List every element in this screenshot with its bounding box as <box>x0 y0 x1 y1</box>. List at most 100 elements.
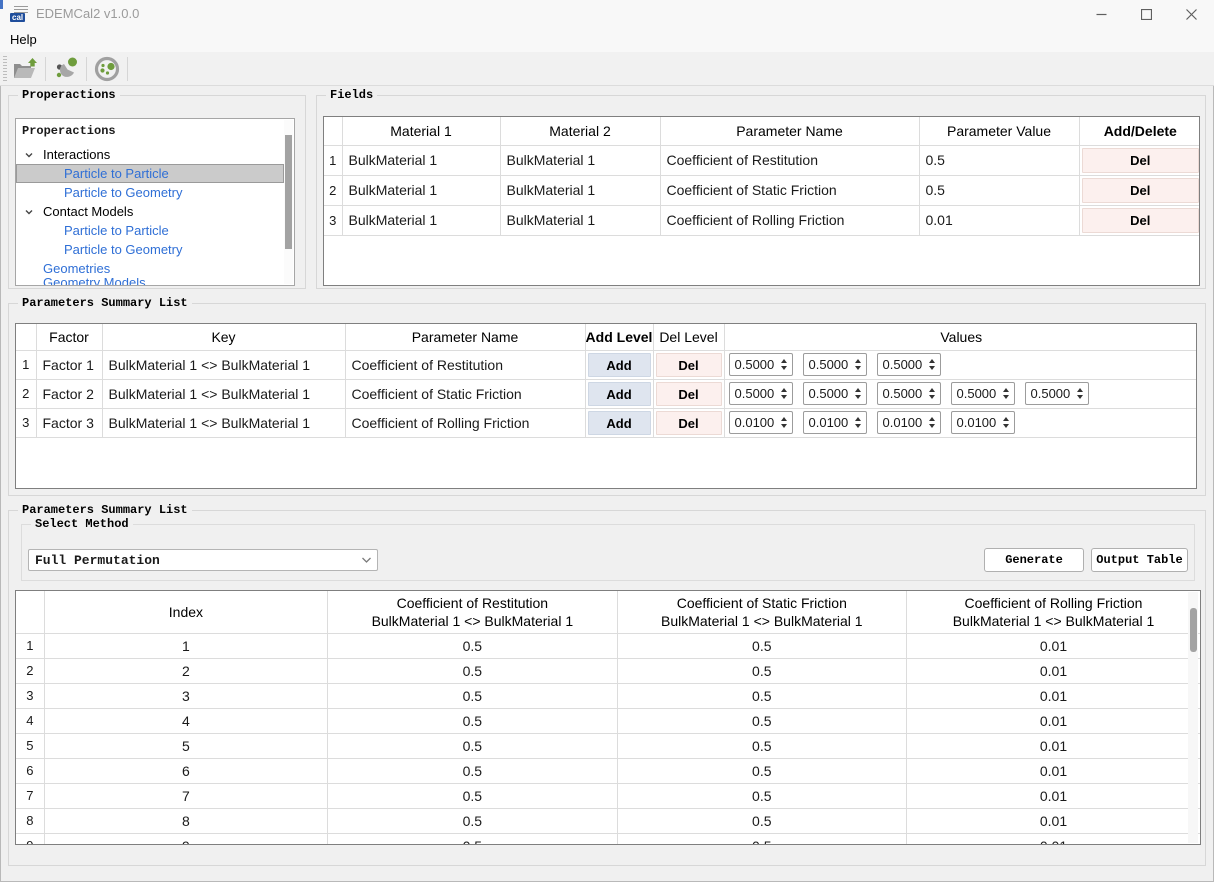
summary-row: 1 Factor 1 BulkMaterial 1 <> BulkMateria… <box>16 350 1197 379</box>
material2-cell: BulkMaterial 1 <box>500 145 660 175</box>
value-spinbox[interactable]: 0.5000 <box>729 382 793 405</box>
tree-item-contact-models[interactable]: Contact Models <box>16 202 284 221</box>
summary-row: 2 Factor 2 BulkMaterial 1 <> BulkMateria… <box>16 379 1197 408</box>
rolling-friction-cell: 0.01 <box>907 783 1201 808</box>
spinbox-arrows-icon[interactable] <box>925 354 940 375</box>
del-level-button[interactable]: Del <box>656 353 722 377</box>
spinbox-arrows-icon[interactable] <box>851 383 866 404</box>
del-level-button[interactable]: Del <box>656 382 722 406</box>
parameter-name-cell: Coefficient of Static Friction <box>660 175 919 205</box>
generator-group: Parameters Summary List Select Method Fu… <box>8 510 1206 866</box>
rolling-friction-cell: 0.01 <box>907 633 1201 658</box>
static-friction-cell: 0.5 <box>617 808 906 833</box>
particle-tool-button[interactable] <box>50 55 82 83</box>
restitution-cell: 0.5 <box>328 683 617 708</box>
output-table-button[interactable]: Output Table <box>1091 548 1188 572</box>
toolbar-drag-handle[interactable] <box>3 56 7 82</box>
fields-row: 1 BulkMaterial 1 BulkMaterial 1 Coeffici… <box>324 145 1200 175</box>
method-combobox-value: Full Permutation <box>29 553 355 568</box>
tree-item-geometries[interactable]: Geometries <box>16 259 284 278</box>
value-spinbox[interactable]: 0.5000 <box>877 353 941 376</box>
spinbox-arrows-icon[interactable] <box>851 412 866 433</box>
tree-item-geometry-models[interactable]: Geometry Models <box>16 278 284 286</box>
col-header-restitution: Coefficient of RestitutionBulkMaterial 1… <box>328 591 617 633</box>
value-spinbox[interactable]: 0.5000 <box>803 353 867 376</box>
spinbox-arrows-icon[interactable] <box>1073 383 1088 404</box>
value-spinbox[interactable]: 0.5000 <box>803 382 867 405</box>
generated-header-row: Index Coefficient of RestitutionBulkMate… <box>16 591 1200 633</box>
window-controls <box>1079 0 1214 28</box>
tree-scrollbar[interactable] <box>284 120 293 284</box>
index-cell: 9 <box>44 833 327 845</box>
rolling-friction-cell: 0.01 <box>907 658 1201 683</box>
spinbox-arrows-icon[interactable] <box>777 383 792 404</box>
spinbox-arrows-icon[interactable] <box>925 412 940 433</box>
chevron-down-icon <box>355 556 377 564</box>
value-spinbox[interactable]: 0.5000 <box>1025 382 1089 405</box>
value-spinbox[interactable]: 0.0100 <box>951 411 1015 434</box>
generated-row: 3 3 0.5 0.5 0.01 <box>16 683 1200 708</box>
menu-help[interactable]: Help <box>2 28 45 52</box>
value-spinbox[interactable]: 0.5000 <box>877 382 941 405</box>
generated-table-scrollbar[interactable] <box>1188 592 1198 843</box>
static-friction-cell: 0.5 <box>617 633 906 658</box>
tree-item-particle-to-geometry-cm[interactable]: Particle to Geometry <box>16 240 284 259</box>
spinbox-arrows-icon[interactable] <box>851 354 866 375</box>
tree-item-particle-to-geometry[interactable]: Particle to Geometry <box>16 183 284 202</box>
generate-button[interactable]: Generate <box>984 548 1084 572</box>
spinbox-arrows-icon[interactable] <box>777 412 792 433</box>
value-spinbox[interactable]: 0.0100 <box>803 411 867 434</box>
static-friction-cell: 0.5 <box>617 658 906 683</box>
static-friction-cell: 0.5 <box>617 758 906 783</box>
factor-cell: Factor 3 <box>36 408 102 437</box>
parameter-name-cell: Coefficient of Rolling Friction <box>345 408 585 437</box>
generator-group-title: Parameters Summary List <box>18 503 192 517</box>
del-row-button[interactable]: Del <box>1082 178 1200 203</box>
window-title: EDEMCal2 v1.0.0 <box>36 0 139 28</box>
chevron-down-icon[interactable] <box>24 150 35 160</box>
spinbox-arrows-icon[interactable] <box>925 383 940 404</box>
col-header-values: Values <box>724 324 1197 350</box>
tree-item-interactions[interactable]: Interactions <box>16 145 284 164</box>
chevron-down-icon[interactable] <box>24 207 35 217</box>
tree-scrollbar-thumb[interactable] <box>285 135 292 249</box>
open-project-button[interactable] <box>9 55 41 83</box>
index-cell: 5 <box>44 733 327 758</box>
add-level-button[interactable]: Add <box>588 411 651 435</box>
generated-table-scrollbar-thumb[interactable] <box>1190 608 1197 652</box>
col-header-material1: Material 1 <box>342 117 500 145</box>
value-spinbox[interactable]: 0.5000 <box>951 382 1015 405</box>
del-row-button[interactable]: Del <box>1082 208 1200 233</box>
value-spinbox[interactable]: 0.0100 <box>877 411 941 434</box>
method-combobox[interactable]: Full Permutation <box>28 549 378 571</box>
rolling-friction-cell: 0.01 <box>907 708 1201 733</box>
row-number: 5 <box>16 733 44 758</box>
restitution-cell: 0.5 <box>328 808 617 833</box>
spinbox-arrows-icon[interactable] <box>999 412 1014 433</box>
del-level-button[interactable]: Del <box>656 411 722 435</box>
spinbox-arrows-icon[interactable] <box>777 354 792 375</box>
particle-dish-button[interactable] <box>91 55 123 83</box>
summary-header-row: Factor Key Parameter Name Add Level Del … <box>16 324 1197 350</box>
title-bar: cal EDEMCal2 v1.0.0 <box>0 0 1214 28</box>
value-spinbox[interactable]: 0.5000 <box>729 353 793 376</box>
corner-header <box>16 324 36 350</box>
add-level-button[interactable]: Add <box>588 382 651 406</box>
generated-table: Index Coefficient of RestitutionBulkMate… <box>15 590 1201 845</box>
tree-item-particle-to-particle-cm[interactable]: Particle to Particle <box>16 221 284 240</box>
close-button[interactable] <box>1169 0 1214 28</box>
spinbox-arrows-icon[interactable] <box>999 383 1014 404</box>
particle-tool-icon <box>53 56 80 81</box>
del-row-button[interactable]: Del <box>1082 148 1200 173</box>
restitution-cell: 0.5 <box>328 708 617 733</box>
minimize-button[interactable] <box>1079 0 1124 28</box>
menu-bar: Help <box>0 28 1214 52</box>
add-level-button[interactable]: Add <box>588 353 651 377</box>
toolbar-separator <box>127 57 128 81</box>
tree-item-label: Geometry Models <box>43 278 146 286</box>
summary-row: 3 Factor 3 BulkMaterial 1 <> BulkMateria… <box>16 408 1197 437</box>
maximize-button[interactable] <box>1124 0 1169 28</box>
tree-item-particle-to-particle[interactable]: Particle to Particle <box>16 164 284 183</box>
value-spinbox[interactable]: 0.0100 <box>729 411 793 434</box>
parameter-name-cell: Coefficient of Restitution <box>660 145 919 175</box>
